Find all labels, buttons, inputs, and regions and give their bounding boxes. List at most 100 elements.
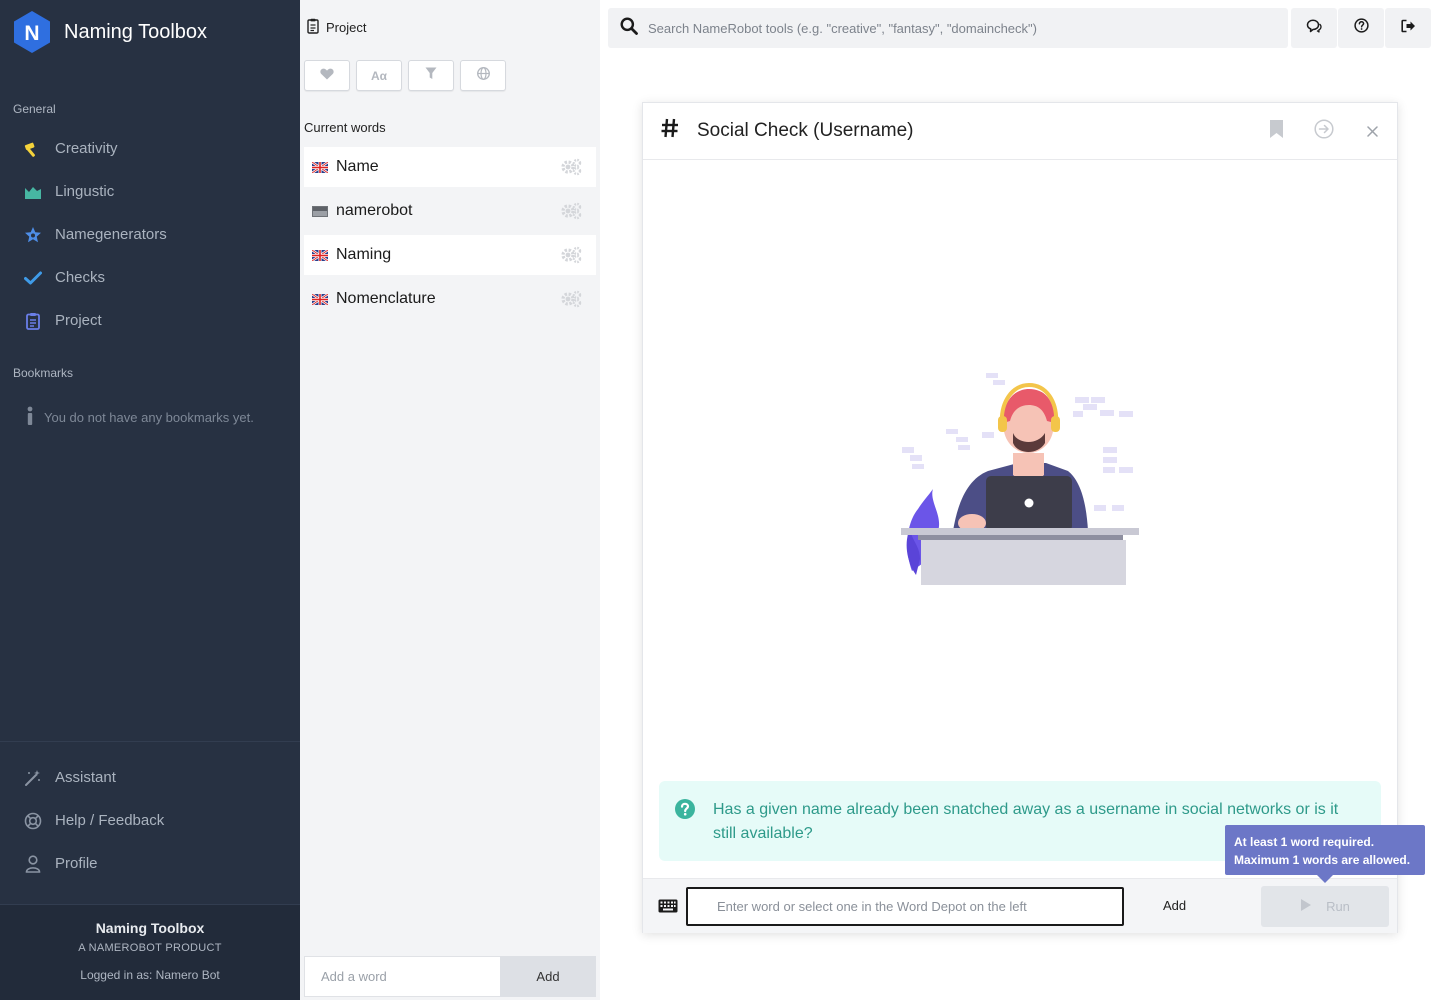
- word-text: Name: [336, 158, 379, 175]
- nav-item-assistant[interactable]: Assistant: [0, 756, 300, 799]
- word-row[interactable]: namerobot: [304, 191, 596, 231]
- brand-logo-icon: N: [12, 10, 52, 54]
- search-input[interactable]: [648, 20, 1248, 36]
- help-button[interactable]: [1338, 8, 1384, 48]
- uk-flag-icon: [312, 293, 328, 305]
- hammer-icon: [22, 139, 44, 159]
- nav-item-label: Help / Feedback: [55, 812, 165, 829]
- tool-word-input[interactable]: [686, 887, 1124, 926]
- close-icon: [1367, 124, 1378, 141]
- nav-item-help-feedback[interactable]: Help / Feedback: [0, 799, 300, 842]
- sidebar-divider: [0, 741, 300, 742]
- run-button[interactable]: Run: [1261, 886, 1389, 927]
- add-word-button[interactable]: Add: [500, 956, 596, 997]
- filter-button[interactable]: [408, 60, 454, 91]
- globe-icon: [476, 66, 490, 85]
- logout-button[interactable]: [1385, 8, 1431, 48]
- word-row[interactable]: Nomenclature: [304, 279, 596, 319]
- add-word-form: Add: [304, 956, 596, 997]
- search-bar: [608, 8, 1288, 48]
- word-text: Naming: [336, 246, 392, 263]
- chat-button[interactable]: [1291, 8, 1337, 48]
- magic-wand-icon: [22, 768, 44, 788]
- keyboard-icon[interactable]: [658, 899, 678, 918]
- hashtag-icon: [661, 118, 681, 144]
- uk-flag-icon: [312, 249, 328, 261]
- clipboard-icon: [307, 18, 319, 37]
- nav-item-creativity[interactable]: Creativity: [0, 127, 300, 170]
- info-icon: [26, 406, 34, 429]
- filter-language-button[interactable]: [460, 60, 506, 91]
- footer-subtitle: A NAMEROBOT PRODUCT: [78, 942, 222, 954]
- brand[interactable]: N Naming Toolbox: [12, 10, 207, 54]
- word-row[interactable]: Naming: [304, 235, 596, 275]
- user-icon: [22, 854, 44, 874]
- no-bookmarks-text: You do not have any bookmarks yet.: [44, 410, 254, 425]
- footer-logged-in: Logged in as: Namero Bot: [80, 968, 220, 982]
- current-words-label: Current words: [304, 120, 386, 135]
- chart-area-icon: [22, 182, 44, 202]
- tool-card-header: Social Check (Username): [643, 103, 1397, 160]
- run-requirements-tooltip: At least 1 word required. Maximum 1 word…: [1225, 825, 1425, 883]
- add-word-input[interactable]: [304, 956, 500, 997]
- word-row[interactable]: Name: [304, 147, 596, 187]
- depot-filter-row: Aα: [304, 60, 512, 91]
- footer-title: Naming Toolbox: [95, 920, 205, 936]
- filter-case-button[interactable]: Aα: [356, 60, 402, 91]
- bookmark-button[interactable]: [1269, 119, 1284, 144]
- sidebar: N Naming Toolbox General Creativity Ling…: [0, 0, 300, 1000]
- tool-title: Social Check (Username): [697, 120, 914, 141]
- gears-icon[interactable]: [560, 290, 582, 313]
- heart-icon: [320, 67, 334, 85]
- open-tool-button[interactable]: [1314, 119, 1334, 144]
- word-list: Name namerobot Naming Nomenclature: [304, 147, 596, 323]
- close-button[interactable]: [1367, 124, 1378, 142]
- nav-item-checks[interactable]: Checks: [0, 256, 300, 299]
- section-label-bookmarks: Bookmarks: [13, 366, 74, 380]
- sidebar-footer: Naming Toolbox A NAMEROBOT PRODUCT Logge…: [0, 904, 300, 1000]
- question-circle-icon: [675, 799, 695, 861]
- secondary-nav: Assistant Help / Feedback Profile: [0, 756, 300, 885]
- tool-input-bar: Add Run: [643, 878, 1397, 933]
- tool-add-button[interactable]: Add: [1163, 898, 1186, 913]
- nav-item-label: Profile: [55, 855, 98, 872]
- word-text: namerobot: [336, 202, 413, 219]
- nav-item-label: Assistant: [55, 769, 116, 786]
- filter-favorites-button[interactable]: [304, 60, 350, 91]
- no-bookmarks-message: You do not have any bookmarks yet.: [26, 406, 254, 429]
- brand-logo-letter: N: [24, 22, 39, 45]
- tooltip-line: Maximum 1 words are allowed.: [1234, 853, 1411, 867]
- main-nav: Creativity Lingustic Namegenerators Chec…: [0, 127, 300, 342]
- nav-item-label: Namegenerators: [55, 226, 167, 243]
- gears-icon[interactable]: [560, 246, 582, 269]
- nav-item-namegenerators[interactable]: Namegenerators: [0, 213, 300, 256]
- bookmark-icon: [1269, 120, 1284, 143]
- neutral-flag-icon: [312, 205, 328, 217]
- arrow-circle-right-icon: [1314, 119, 1334, 143]
- person-at-laptop-illustration: [898, 371, 1143, 591]
- star-gear-icon: [22, 225, 44, 245]
- section-label-general: General: [13, 102, 56, 116]
- depot-title: Project: [326, 20, 367, 35]
- nav-item-label: Project: [55, 312, 102, 329]
- gears-icon[interactable]: [560, 202, 582, 225]
- sign-out-icon: [1400, 19, 1416, 38]
- uk-flag-icon: [312, 161, 328, 173]
- nav-item-label: Lingustic: [55, 183, 115, 200]
- depot-header: Project: [307, 18, 366, 37]
- tool-card: Social Check (Username) Has a given name…: [642, 102, 1398, 933]
- search-icon: [620, 17, 638, 40]
- gears-icon[interactable]: [560, 158, 582, 181]
- check-icon: [22, 268, 44, 288]
- nav-item-label: Checks: [55, 269, 106, 286]
- clipboard-icon: [22, 311, 44, 331]
- chat-icon: [1306, 19, 1322, 38]
- filter-icon: [425, 67, 437, 85]
- tooltip-line: At least 1 word required.: [1234, 835, 1375, 849]
- word-text: Nomenclature: [336, 290, 436, 307]
- play-icon: [1300, 898, 1312, 915]
- nav-item-profile[interactable]: Profile: [0, 842, 300, 885]
- nav-item-project[interactable]: Project: [0, 299, 300, 342]
- nav-item-lingustic[interactable]: Lingustic: [0, 170, 300, 213]
- run-label: Run: [1326, 899, 1350, 914]
